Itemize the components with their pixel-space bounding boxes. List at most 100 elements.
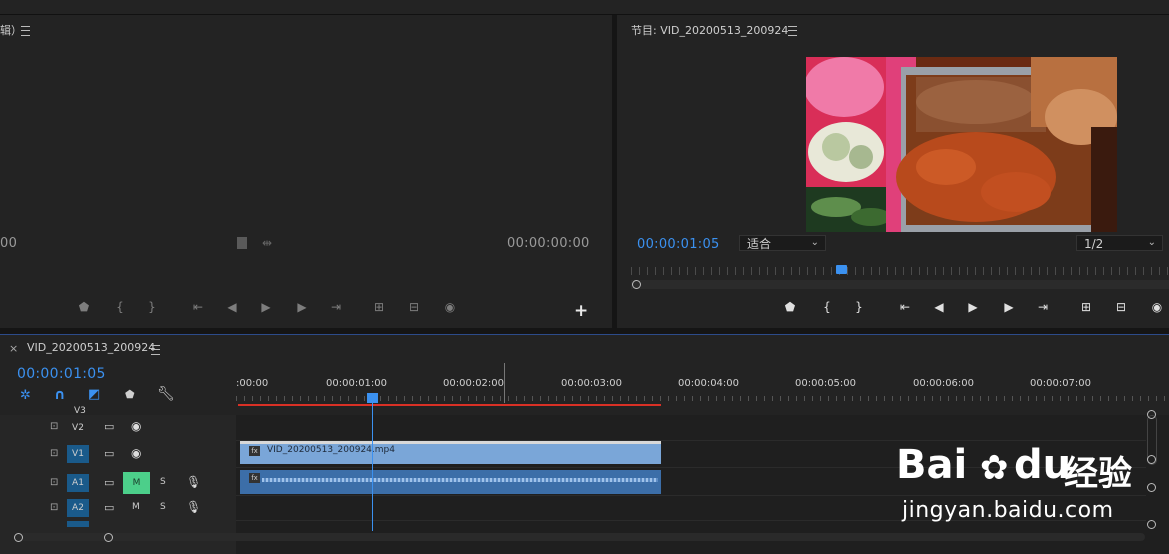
- source-audio-icon[interactable]: ⇹: [262, 236, 272, 250]
- source-monitor-panel: 辑） 00 ⇹ 00:00:00:00 ⬟ { } ⇤ ◀ ▶ ▶ ⇥ ⊞ ⊟ …: [0, 15, 612, 328]
- program-resolution-dropdown[interactable]: 1/2 ⌄: [1076, 235, 1163, 251]
- program-panel-title[interactable]: 节目: VID_20200513_200924: [631, 22, 788, 38]
- track-target-a1[interactable]: A1: [67, 474, 89, 492]
- program-mark-out-icon[interactable]: }: [849, 300, 869, 314]
- solo-button-a1[interactable]: S: [160, 477, 166, 487]
- close-tab-icon[interactable]: ×: [9, 342, 18, 355]
- ruler-label: :00:00: [236, 378, 269, 389]
- source-overwrite-icon[interactable]: ⊟: [404, 300, 424, 314]
- microphone-icon[interactable]: 🎙︎: [186, 475, 201, 489]
- source-go-to-out-icon[interactable]: ⇥: [326, 300, 346, 314]
- program-transport-controls: ⬟ { } ⇤ ◀ ▶ ▶ ⇥ ⊞ ⊟ ◉: [617, 300, 1169, 320]
- source-step-forward-icon[interactable]: ▶: [292, 300, 312, 314]
- scroll-handle-top[interactable]: [1147, 410, 1156, 419]
- track-target-v1[interactable]: V1: [67, 445, 89, 463]
- program-play-icon[interactable]: ▶: [963, 300, 983, 314]
- source-panel-menu-icon[interactable]: [21, 26, 30, 36]
- lock-icon[interactable]: ⊡: [50, 477, 58, 488]
- watermark-cn: 经验: [1064, 454, 1132, 494]
- program-go-to-in-icon[interactable]: ⇤: [895, 300, 915, 314]
- video-frame-image: [806, 57, 1117, 232]
- sync-lock-icon[interactable]: ▭: [104, 420, 114, 433]
- source-transport-controls: ⬟ { } ⇤ ◀ ▶ ▶ ⇥ ⊞ ⊟ ◉: [0, 300, 612, 320]
- program-zoom-handle[interactable]: [632, 280, 641, 289]
- source-step-back-icon[interactable]: ◀: [222, 300, 242, 314]
- audio-waveform: [262, 478, 658, 482]
- source-export-frame-icon[interactable]: ◉: [440, 300, 460, 314]
- program-fit-dropdown[interactable]: 适合 ⌄: [739, 235, 826, 251]
- audio-clip[interactable]: fx: [240, 470, 661, 494]
- ruler-label: 00:00:07:00: [1030, 378, 1092, 389]
- eye-icon[interactable]: ◉: [131, 419, 141, 433]
- source-mark-out-icon[interactable]: }: [142, 300, 162, 314]
- video-clip[interactable]: fx VID_20200513_200924.mp4: [240, 441, 661, 464]
- program-playhead-marker[interactable]: [836, 265, 847, 274]
- sync-lock-icon[interactable]: ▭: [104, 447, 114, 460]
- source-insert-icon[interactable]: ⊞: [369, 300, 389, 314]
- source-mark-in-icon[interactable]: {: [110, 300, 130, 314]
- track-target-a3-partial[interactable]: [67, 521, 89, 527]
- work-area-bar[interactable]: [238, 404, 661, 406]
- timeline-playhead-timecode[interactable]: 00:00:01:05: [17, 366, 106, 382]
- add-marker-icon[interactable]: ⬟: [125, 388, 135, 401]
- program-time-ruler[interactable]: [631, 267, 1169, 275]
- nest-toggle-icon[interactable]: ✲: [20, 388, 31, 403]
- watermark-brand: Bai: [896, 442, 968, 488]
- timeline-sequence-tab[interactable]: VID_20200513_200924: [27, 341, 155, 354]
- wrench-settings-icon[interactable]: 🔧︎: [157, 386, 175, 402]
- program-lift-icon[interactable]: ⊞: [1076, 300, 1096, 314]
- linked-selection-icon[interactable]: ◩: [88, 387, 100, 402]
- chevron-down-icon: ⌄: [810, 237, 819, 248]
- solo-button-a2[interactable]: S: [160, 502, 166, 512]
- program-playhead-timecode[interactable]: 00:00:01:05: [637, 237, 720, 252]
- ruler-label: 00:00:03:00: [561, 378, 623, 389]
- ruler-label: 00:00:04:00: [678, 378, 740, 389]
- source-go-to-in-icon[interactable]: ⇤: [188, 300, 208, 314]
- top-panel-strip: [0, 0, 1169, 15]
- zoom-handle-right[interactable]: [104, 533, 113, 542]
- track-target-v2[interactable]: V2: [67, 419, 89, 437]
- mute-button-a1[interactable]: M: [123, 472, 150, 494]
- source-play-icon[interactable]: ▶: [256, 300, 276, 314]
- program-step-forward-icon[interactable]: ▶: [999, 300, 1019, 314]
- microphone-icon[interactable]: 🎙︎: [186, 500, 201, 514]
- watermark-url: jingyan.baidu.com: [902, 498, 1114, 523]
- program-add-marker-icon[interactable]: ⬟: [780, 300, 800, 314]
- source-timecode-duration: 00:00:00:00: [507, 236, 590, 251]
- lock-icon[interactable]: ⊡: [50, 421, 58, 432]
- source-add-button-icon[interactable]: +: [574, 301, 588, 321]
- program-go-to-out-icon[interactable]: ⇥: [1033, 300, 1053, 314]
- sync-lock-icon[interactable]: ▭: [104, 501, 114, 514]
- source-timecode-current[interactable]: 00: [0, 236, 17, 251]
- mute-button-a2[interactable]: M: [132, 502, 140, 512]
- ruler-label: 00:00:06:00: [913, 378, 975, 389]
- source-panel-title[interactable]: 辑）: [0, 22, 22, 38]
- timeline-horizontal-scrollbar[interactable]: [14, 533, 1145, 541]
- program-export-frame-icon[interactable]: ◉: [1147, 300, 1167, 314]
- timeline-panel-menu-icon[interactable]: [151, 345, 160, 355]
- program-mark-in-icon[interactable]: {: [817, 300, 837, 314]
- zoom-handle-left[interactable]: [14, 533, 23, 542]
- lock-icon[interactable]: ⊡: [50, 448, 58, 459]
- track-target-a2[interactable]: A2: [67, 499, 89, 517]
- ruler-label: 00:00:02:00: [443, 378, 505, 389]
- lock-icon[interactable]: ⊡: [50, 502, 58, 513]
- source-add-marker-icon[interactable]: ⬟: [74, 300, 94, 314]
- program-extract-icon[interactable]: ⊟: [1111, 300, 1131, 314]
- timeline-playhead-line[interactable]: [372, 401, 373, 531]
- fx-badge: fx: [249, 446, 260, 456]
- ruler-label: 00:00:05:00: [795, 378, 857, 389]
- source-drop-icon[interactable]: [237, 237, 247, 249]
- program-panel-menu-icon[interactable]: [788, 26, 797, 36]
- snap-magnet-icon[interactable]: ∩: [54, 387, 65, 403]
- program-step-back-icon[interactable]: ◀: [929, 300, 949, 314]
- fx-badge: fx: [249, 473, 260, 483]
- ruler-label: 00:00:01:00: [326, 378, 388, 389]
- eye-icon[interactable]: ◉: [131, 446, 141, 460]
- program-zoom-scrollbar[interactable]: [631, 280, 1169, 289]
- sync-lock-icon[interactable]: ▭: [104, 476, 114, 489]
- program-resolution-value: 1/2: [1084, 237, 1104, 251]
- ruler-end-marker: [504, 363, 505, 403]
- track-label-v3: V3: [74, 406, 86, 416]
- program-fit-value: 适合: [747, 237, 772, 251]
